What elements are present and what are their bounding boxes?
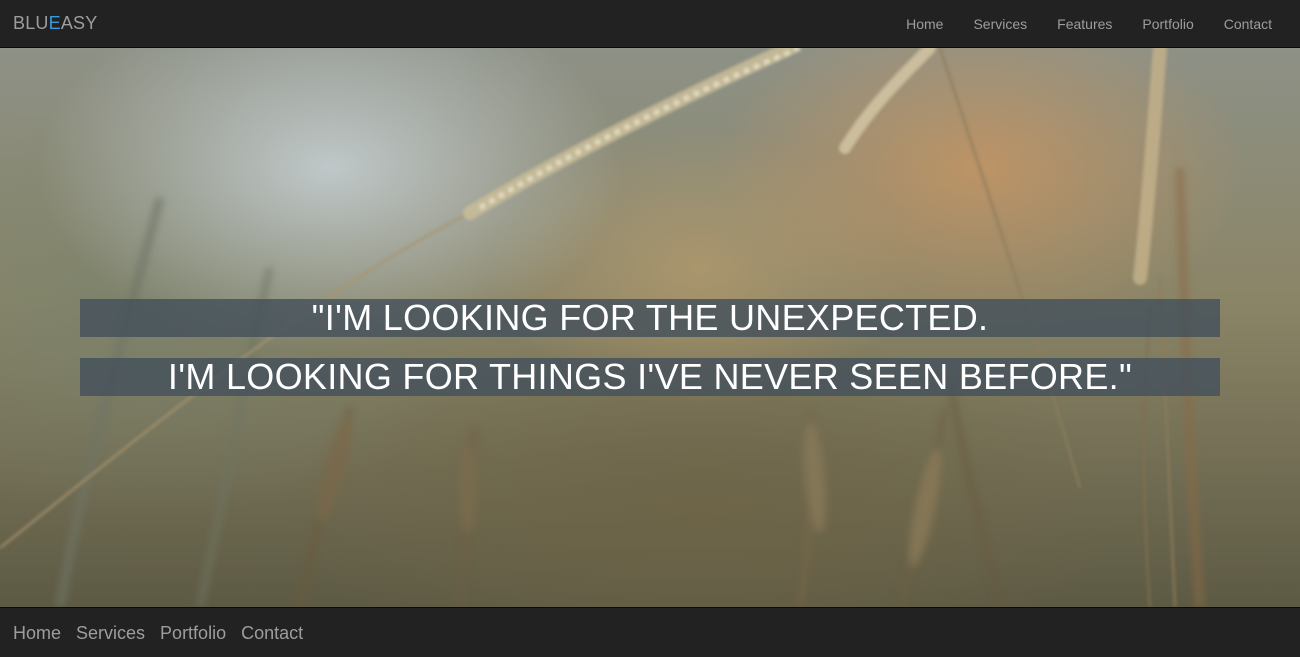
top-nav-menu: Home Services Features Portfolio Contact [891, 0, 1272, 48]
footer-link-home[interactable]: Home [13, 623, 61, 644]
brand-text-part1: BLU [13, 13, 49, 33]
nav-link-home[interactable]: Home [891, 0, 958, 48]
brand-text-part3: ASY [60, 13, 98, 33]
footer-link-services[interactable]: Services [76, 623, 145, 644]
footer-link-portfolio[interactable]: Portfolio [160, 623, 226, 644]
footer-nav-menu: Home Services Portfolio Contact [13, 608, 303, 657]
brand-text-accent: E [48, 13, 61, 33]
footer-link-contact[interactable]: Contact [241, 623, 303, 644]
nav-link-services[interactable]: Services [958, 0, 1042, 48]
page: BLUEASY Home Services Features Portfolio… [0, 0, 1300, 657]
brand-logo[interactable]: BLUEASY [13, 13, 97, 33]
hero-quote-line-1: "I'M LOOKING FOR THE UNEXPECTED. [80, 299, 1220, 337]
top-navbar: BLUEASY Home Services Features Portfolio… [0, 0, 1300, 48]
hero-quote-line-2: I'M LOOKING FOR THINGS I'VE NEVER SEEN B… [80, 358, 1220, 396]
hero-section: "I'M LOOKING FOR THE UNEXPECTED. I'M LOO… [0, 48, 1300, 607]
nav-link-features[interactable]: Features [1042, 0, 1127, 48]
footer-navbar: Home Services Portfolio Contact [0, 607, 1300, 657]
nav-link-contact[interactable]: Contact [1209, 0, 1272, 48]
nav-link-portfolio[interactable]: Portfolio [1127, 0, 1208, 48]
